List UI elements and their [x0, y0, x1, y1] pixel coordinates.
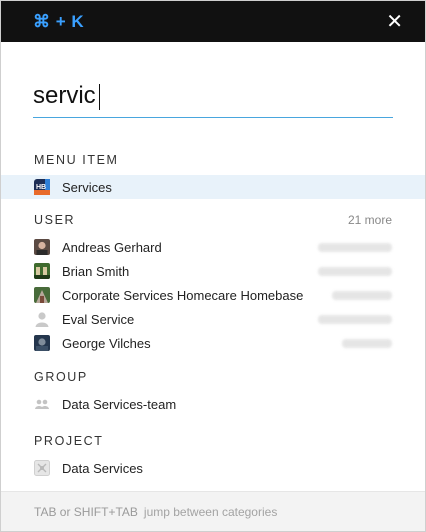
- section-header-group: GROUP: [1, 367, 425, 387]
- result-user-andreas[interactable]: Andreas Gerhard: [1, 235, 425, 259]
- avatar: [34, 287, 50, 303]
- text-caret: [99, 84, 100, 110]
- result-label: Data Services-team: [62, 396, 177, 412]
- hb-logo-icon: HB: [34, 179, 50, 195]
- result-label: Brian Smith: [62, 263, 130, 279]
- command-palette: ⌘ + K ✕ MENU ITEM HB Services USER 21 mo…: [0, 0, 426, 532]
- group-icon: [34, 396, 50, 412]
- section-title: USER: [34, 213, 76, 227]
- result-menu-services[interactable]: HB Services: [1, 175, 425, 199]
- section-title: PROJECT: [34, 434, 104, 448]
- result-label: Corporate Services Homecare Homebase: [62, 287, 304, 303]
- more-results-link[interactable]: 21 more: [348, 213, 392, 227]
- command-palette-header: ⌘ + K ✕: [1, 1, 425, 42]
- result-label: Eval Service: [62, 311, 135, 327]
- result-group-data-services-team[interactable]: Data Services-team: [1, 392, 425, 416]
- redacted-username: [318, 314, 392, 324]
- close-icon[interactable]: ✕: [386, 12, 403, 32]
- result-project-data-services[interactable]: Data Services: [1, 456, 425, 480]
- keyboard-hint-bar: TAB or SHIFT+TAB jump between categories: [1, 491, 425, 531]
- avatar: [34, 263, 50, 279]
- result-label: Services: [62, 179, 112, 195]
- result-label: Andreas Gerhard: [62, 239, 162, 255]
- redacted-username: [318, 266, 392, 276]
- redacted-username: [318, 242, 392, 252]
- result-user-brian[interactable]: Brian Smith: [1, 259, 425, 283]
- search-input[interactable]: [33, 82, 99, 110]
- redacted-username: [342, 338, 392, 348]
- section-header-user: USER 21 more: [1, 210, 425, 230]
- result-user-george[interactable]: George Vilches: [1, 331, 425, 355]
- result-label: George Vilches: [62, 335, 151, 351]
- section-title: MENU ITEM: [34, 153, 119, 167]
- section-header-project: PROJECT: [1, 431, 425, 451]
- section-title: GROUP: [34, 370, 88, 384]
- shortcut-label: ⌘ + K: [33, 11, 85, 31]
- result-label: Data Services: [62, 460, 143, 476]
- result-user-eval[interactable]: Eval Service: [1, 307, 425, 331]
- svg-text:HB: HB: [36, 184, 46, 191]
- section-header-menu-item: MENU ITEM: [1, 150, 425, 170]
- redacted-username: [332, 290, 392, 300]
- project-icon: [34, 460, 50, 476]
- default-avatar-icon: [34, 311, 50, 327]
- avatar: [34, 239, 50, 255]
- search-field[interactable]: [33, 74, 393, 118]
- keyboard-keys: TAB or SHIFT+TAB: [34, 504, 138, 519]
- avatar: [34, 335, 50, 351]
- result-user-corporate[interactable]: Corporate Services Homecare Homebase: [1, 283, 425, 307]
- keyboard-hint: jump between categories: [143, 504, 278, 519]
